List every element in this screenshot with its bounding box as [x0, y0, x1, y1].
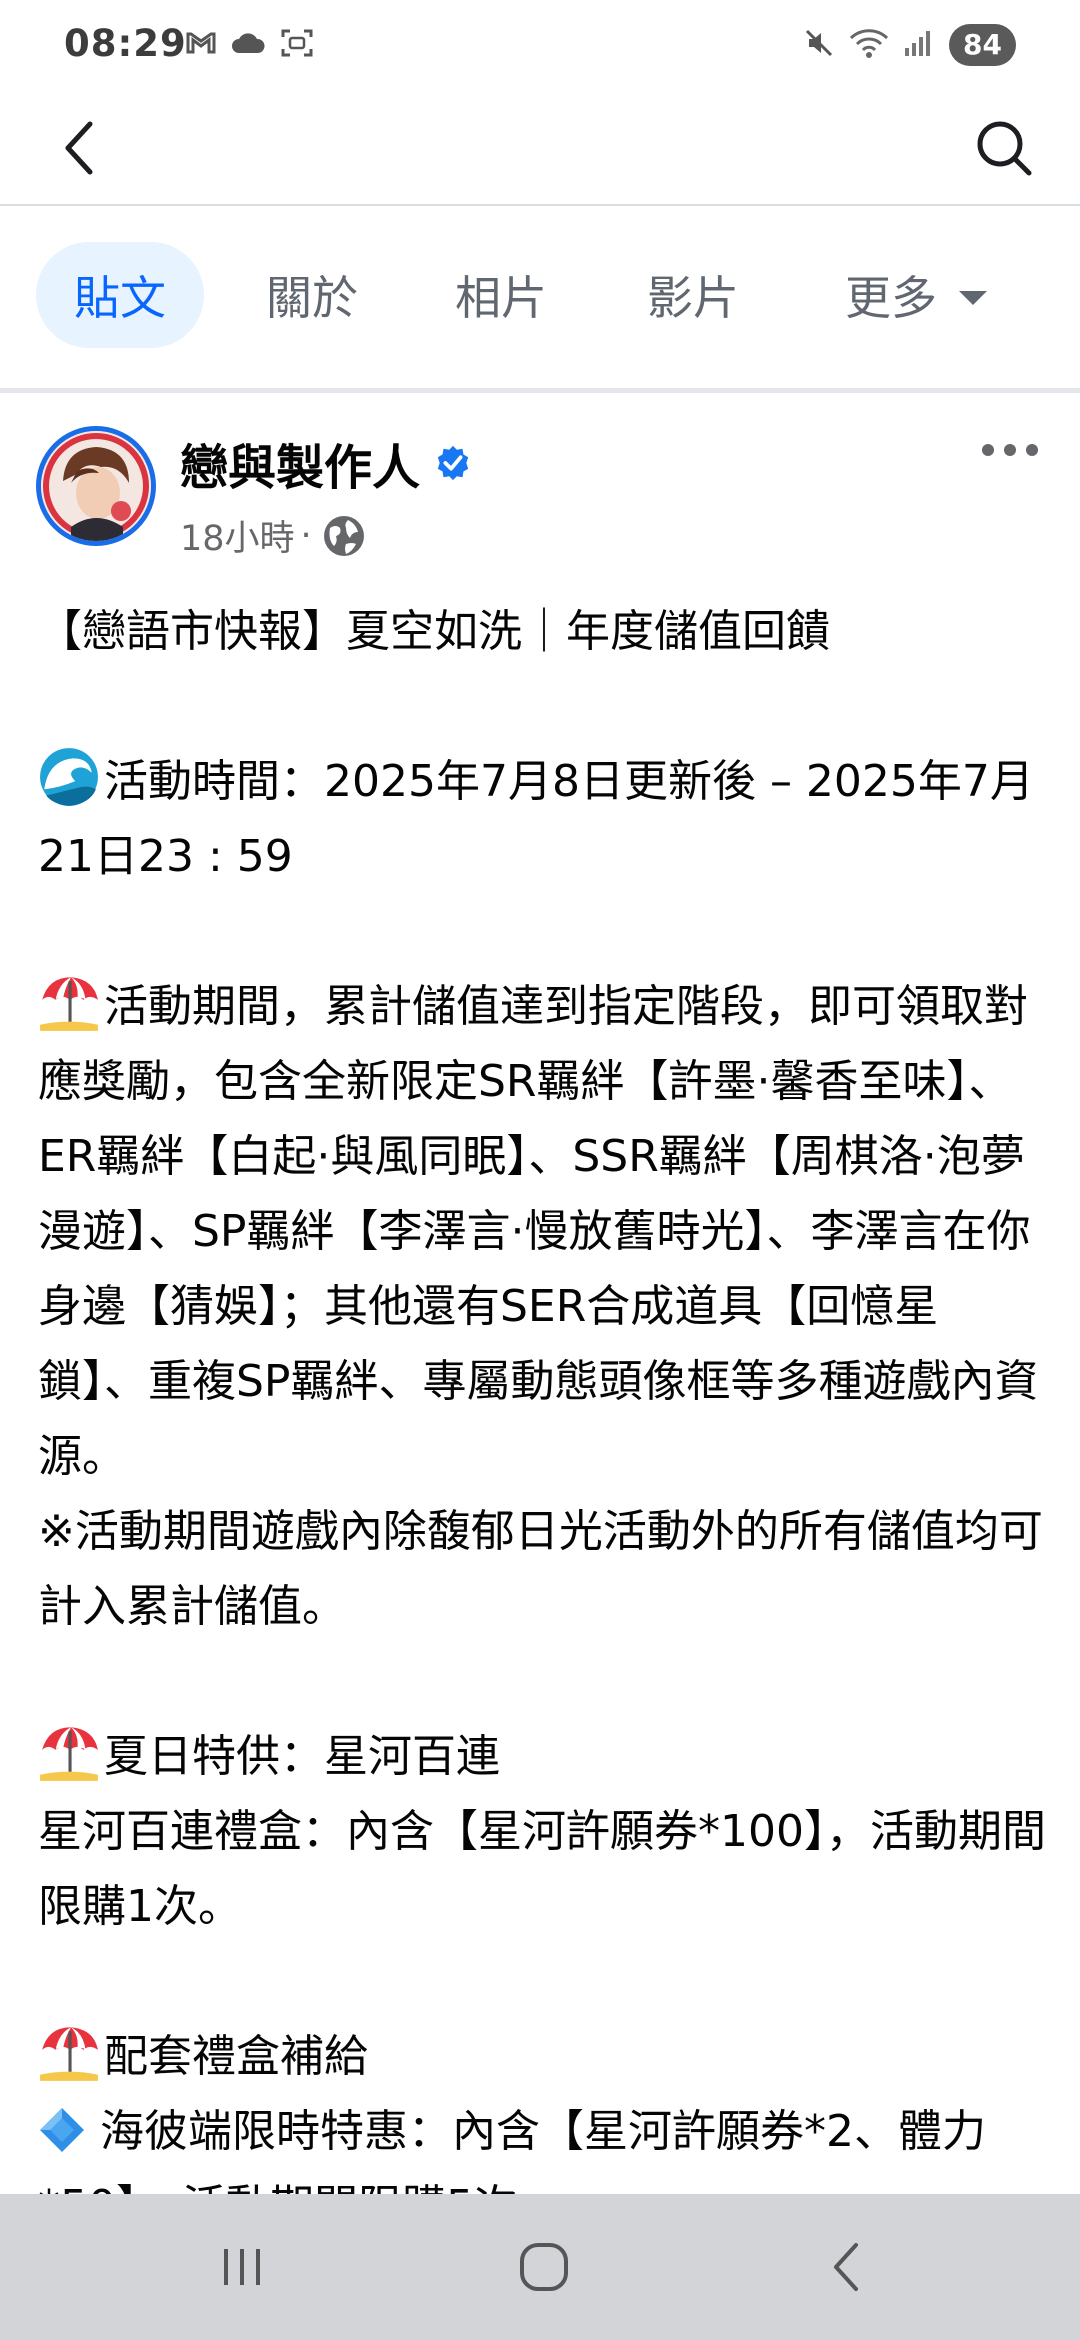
meta-separator: · [300, 515, 312, 556]
battery-indicator: 84 [949, 24, 1016, 66]
tab-videos[interactable]: 影片 [628, 242, 758, 348]
mute-icon [803, 27, 835, 63]
bundle-title-text: 配套禮盒補給 [104, 2031, 368, 2082]
recents-button[interactable] [192, 2222, 292, 2312]
status-left-icons [186, 28, 314, 62]
post-meta: 18小時 · [180, 510, 366, 561]
caret-down-icon [959, 291, 987, 305]
tab-videos-label: 影片 [647, 271, 739, 325]
recents-icon [224, 2249, 260, 2285]
post-body: 【戀語市快報】夏空如洗｜年度儲值回饋 活動時間：2025年7月8日更新後 – 2… [38, 594, 1048, 2244]
avatar-image [41, 431, 151, 541]
event-time-text: 活動時間：2025年7月8日更新後 – 2025年7月21日23 : 59 [38, 756, 1034, 882]
search-button[interactable] [964, 108, 1044, 188]
page-name[interactable]: 戀與製作人 [180, 428, 472, 498]
page-name-label: 戀與製作人 [180, 440, 421, 496]
system-back-icon [834, 2243, 858, 2291]
back-button[interactable] [40, 108, 120, 188]
tab-photos-label: 相片 [455, 271, 547, 325]
event-time-paragraph: 活動時間：2025年7月8日更新後 – 2025年7月21日23 : 59 [38, 744, 1048, 894]
verified-badge-icon [437, 445, 469, 481]
event-note-paragraph: ※活動期間遊戲內除馥郁日光活動外的所有儲值均可計入累計儲值。 [38, 1506, 1043, 1632]
tab-posts[interactable]: 貼文 [36, 242, 204, 348]
more-horizontal-icon [982, 444, 1038, 456]
screenshot-icon [280, 28, 314, 62]
search-icon [977, 121, 1032, 176]
more-options-button[interactable] [970, 430, 1050, 470]
home-button[interactable] [494, 2222, 594, 2312]
wave-icon [40, 748, 98, 806]
wifi-icon [849, 27, 889, 63]
summer-desc-paragraph: 星河百連禮盒：內含【星河許願券*100】，活動期間限購1次。 [38, 1806, 1046, 1932]
system-back-button[interactable] [798, 2222, 898, 2312]
system-nav-bar [0, 2194, 1080, 2340]
tab-about[interactable]: 關於 [244, 242, 380, 348]
tab-more-label: 更多 [845, 271, 937, 325]
back-arrow-icon [65, 121, 93, 175]
home-icon [520, 2243, 568, 2291]
beach-umbrella-icon [40, 977, 98, 1031]
post-time[interactable]: 18小時 [180, 510, 295, 561]
post-title: 【戀語市快報】夏空如洗｜年度儲值回饋 [38, 606, 830, 657]
bundle-title-paragraph: 配套禮盒補給 [38, 2019, 1048, 2094]
tab-photos[interactable]: 相片 [436, 242, 566, 348]
beach-umbrella-icon [40, 2027, 98, 2081]
signal-icon [903, 28, 935, 62]
tab-more[interactable]: 更多 [826, 242, 1006, 348]
tab-about-label: 關於 [266, 271, 358, 325]
summer-title-text: 夏日特供：星河百連 [104, 1731, 500, 1782]
cloud-icon [230, 31, 266, 59]
status-bar: 08:29 84 [0, 0, 1080, 96]
gmail-icon [186, 30, 216, 60]
summer-title-paragraph: 夏日特供：星河百連 [38, 1719, 1048, 1794]
event-desc-text: 活動期間，累計儲值達到指定階段，即可領取對應獎勵，包含全新限定SR羈絆【許墨·馨… [38, 981, 1039, 1482]
status-time: 08:29 [64, 22, 187, 65]
blue-diamond-icon [40, 2108, 84, 2152]
profile-tabs: 貼文 關於 相片 影片 更多 [0, 206, 1080, 393]
avatar[interactable] [36, 426, 156, 546]
tab-posts-label: 貼文 [74, 271, 166, 325]
event-desc-paragraph: 活動期間，累計儲值達到指定階段，即可領取對應獎勵，包含全新限定SR羈絆【許墨·馨… [38, 969, 1048, 1494]
top-nav [0, 96, 1080, 206]
status-right-icons: 84 [803, 24, 1016, 66]
beach-umbrella-icon [40, 1727, 98, 1781]
post-header: 戀與製作人 18小時 · [0, 394, 1080, 574]
globe-icon [323, 515, 364, 556]
